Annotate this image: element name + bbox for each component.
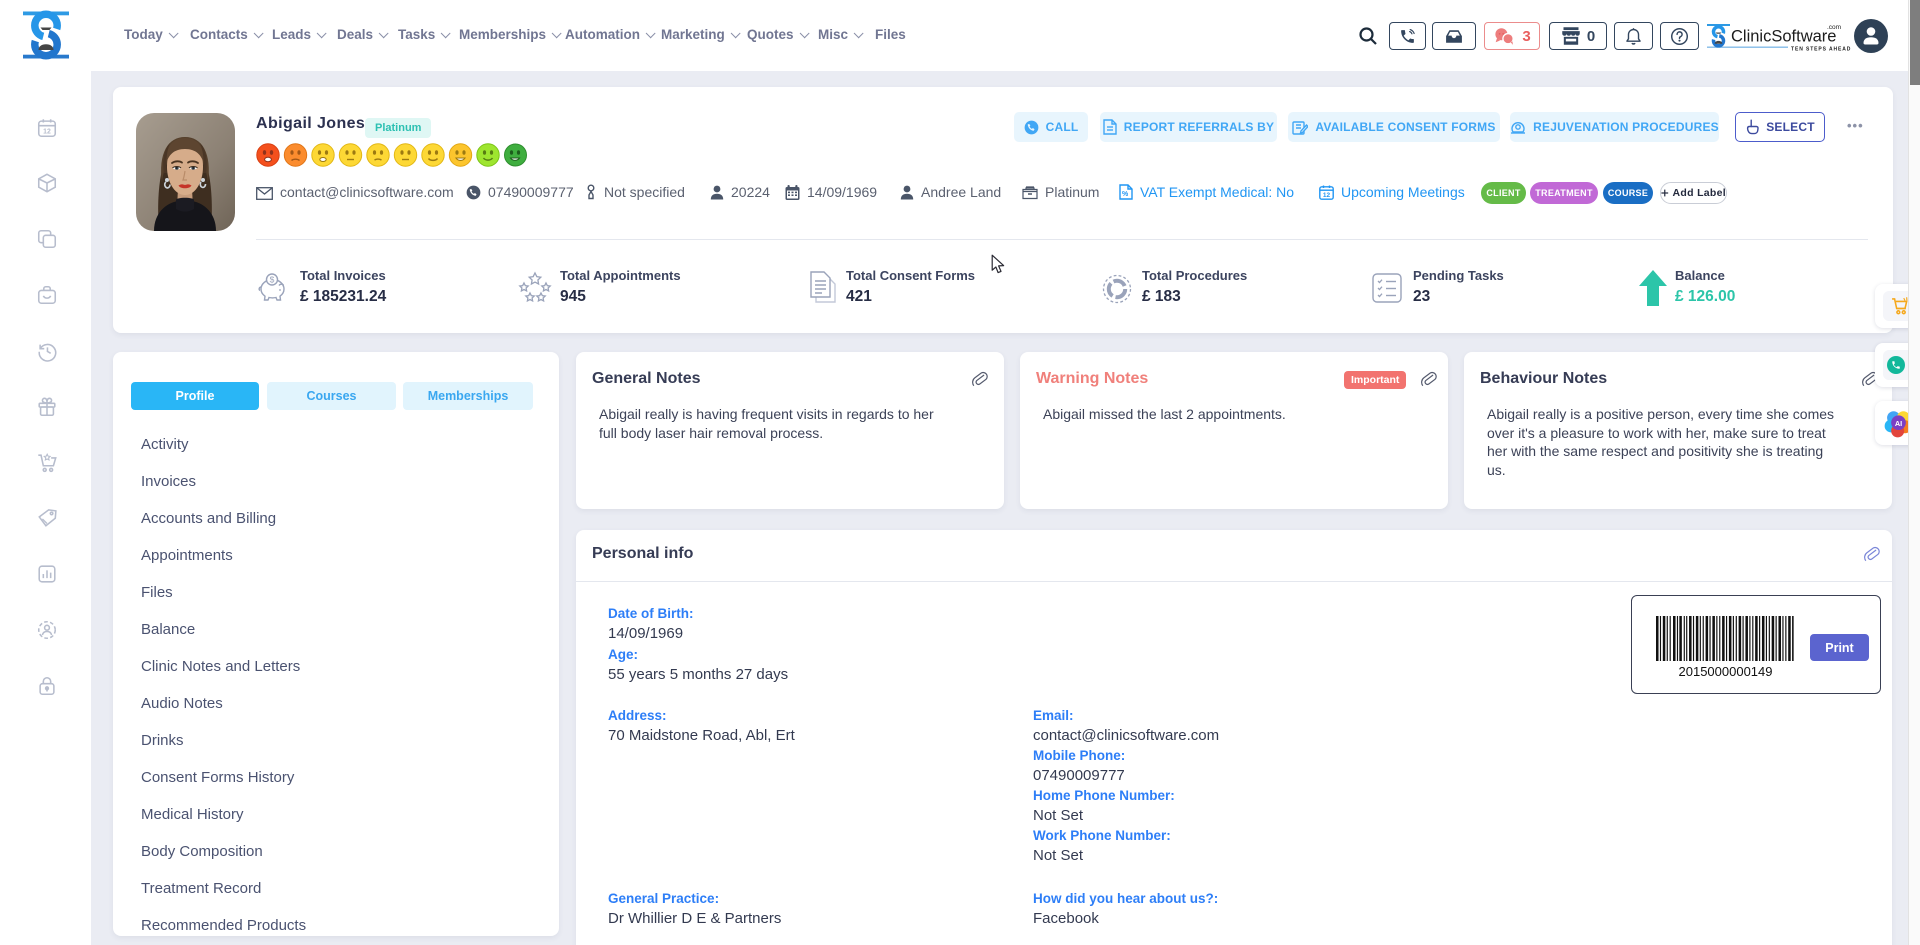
svg-text:12: 12 — [1323, 192, 1331, 199]
svg-text:ClinicSoftware: ClinicSoftware — [1731, 28, 1836, 46]
svg-text:TEN STEPS AHEAD: TEN STEPS AHEAD — [1791, 47, 1851, 52]
svg-text:.com: .com — [1827, 24, 1841, 31]
svg-text:12: 12 — [43, 129, 51, 136]
svg-text:$: $ — [270, 275, 275, 285]
svg-text:AI: AI — [1895, 419, 1902, 428]
svg-text:%: % — [1122, 191, 1129, 198]
